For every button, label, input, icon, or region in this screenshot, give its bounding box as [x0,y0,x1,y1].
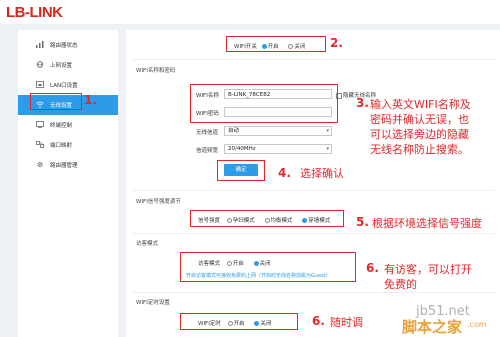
divider [132,292,494,293]
step-6b-label: 6. [312,314,325,328]
step-6a-label: 6. [366,261,379,275]
step-3-line-3: 可以选择旁边的隐藏 [370,128,469,141]
step-3-line-1: 输入英文WIFI名称及 [370,98,471,111]
lan-port-icon [36,81,44,88]
sidebar-item-terminal[interactable]: 终端控制 [18,115,118,135]
step-2-label: 2. [330,36,343,50]
terminal-icon [36,121,44,128]
sidebar-item-label: LAN口设置 [50,83,78,89]
chevron-down-icon: ▾ [326,146,329,152]
globe-icon [36,61,44,68]
sidebar-item-lan[interactable]: LAN口设置 [18,75,118,95]
channel-label: 无线信道 [196,130,219,136]
step-3-line-2: 密码并确认无误，也 [370,113,469,126]
sidebar-item-internet[interactable]: 上网设置 [18,55,118,75]
divider [132,233,494,234]
sidebar-item-label: 上网设置 [50,63,73,69]
section-title-timer: WIFI定时设置 [136,300,170,306]
sidebar-item-label: 路由器状态 [50,43,78,49]
channel-value: 自动 [228,128,240,134]
step-3-label: 3. [356,96,369,110]
port-map-icon [36,141,44,148]
sidebar-item-label: 终端控制 [50,123,73,129]
top-bar: LB-LINK [0,0,500,24]
status-bars-icon [36,41,44,48]
main-content: WIFI开关 开启 关闭 WIFI名称和密码 WIFI名称 B-LINK_78C… [126,30,500,337]
section-title-wifi-name: WIFI名称和密码 [136,68,176,74]
sidebar: 路由器状态 上网设置 LAN口设置 无线设置 终端控制 端口映射 路由器管理 [18,30,118,337]
step-3-line-4: 无线名称防止搜索。 [370,143,469,156]
divider [132,190,494,191]
highlight-wireless-menu [30,93,82,110]
step-6a-text-2: 免费的 [384,278,417,291]
gear-icon [37,161,43,168]
highlight-wifi-timer [180,313,298,330]
bandwidth-value: 20/40MHz [228,146,256,152]
step-5-label: 5. [356,215,369,229]
sidebar-item-status[interactable]: 路由器状态 [18,35,118,55]
channel-select[interactable]: 自动 ▾ [224,126,332,136]
bandwidth-select[interactable]: 20/40MHz ▾ [224,144,332,154]
highlight-wifi-switch [226,36,326,52]
sidebar-item-port-map[interactable]: 端口映射 [18,135,118,155]
watermark-domain: .com [467,320,487,329]
chevron-down-icon: ▾ [326,128,329,134]
section-title-guest: 访客模式 [136,241,159,247]
highlight-signal-strength [190,210,344,227]
step-4-label: 4. [278,166,291,180]
sidebar-item-router-admin[interactable]: 路由器管理 [18,155,118,175]
bandwidth-label: 信道频宽 [196,148,219,154]
step-4-text: 选择确认 [300,167,344,180]
highlight-wifi-credentials [190,84,338,123]
watermark-name: 脚本之家 [402,318,463,336]
section-title-signal: WIFI信号强度调节 [136,199,181,205]
divider [132,59,494,60]
highlight-guest-mode [180,252,356,282]
sidebar-item-label: 路由器管理 [50,163,78,169]
brand-logo: LB-LINK [6,4,63,21]
sidebar-item-label: 端口映射 [50,143,73,149]
step-6a-text: 有访客，可以打开 [384,263,472,276]
step-1-label: 1. [84,93,97,107]
highlight-confirm-button [217,160,265,181]
step-5-text: 根据环境选择信号强度 [372,217,482,230]
step-6b-text: 随时调 [330,316,363,329]
